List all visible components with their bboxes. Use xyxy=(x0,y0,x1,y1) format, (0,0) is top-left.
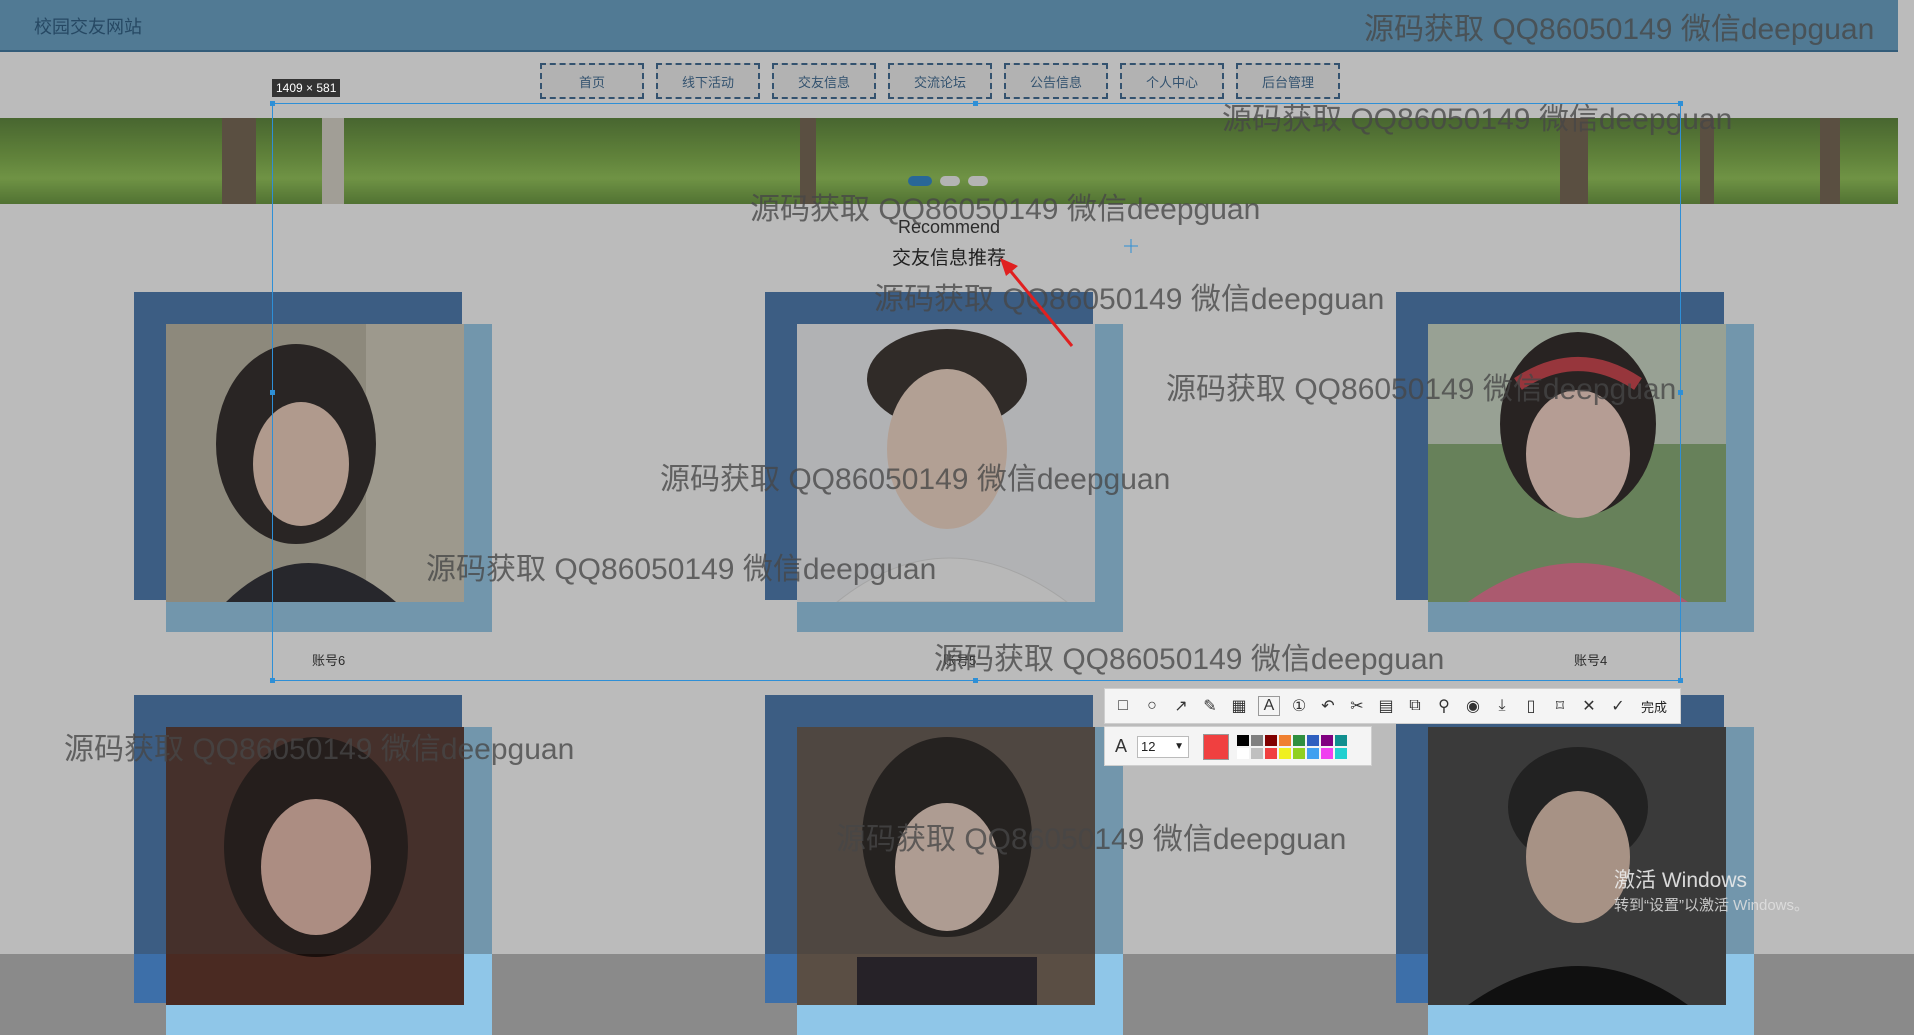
download-icon[interactable]: ⤓ xyxy=(1492,697,1512,715)
color-swatch[interactable] xyxy=(1237,748,1249,759)
color-swatch[interactable] xyxy=(1321,735,1333,746)
mosaic-icon[interactable]: ▦ xyxy=(1229,696,1249,716)
text-style-bar: A 12 ▼ xyxy=(1104,726,1372,766)
color-swatch[interactable] xyxy=(1335,748,1347,759)
scissors-icon[interactable]: ✂ xyxy=(1347,696,1367,716)
color-swatch[interactable] xyxy=(1293,748,1305,759)
color-swatch[interactable] xyxy=(1307,735,1319,746)
arrow-icon[interactable]: ↗ xyxy=(1171,696,1191,716)
save-icon[interactable]: ▯ xyxy=(1521,696,1541,716)
color-swatch[interactable] xyxy=(1265,735,1277,746)
color-swatch[interactable] xyxy=(1293,735,1305,746)
translate-icon[interactable]: ⧉ xyxy=(1405,697,1425,715)
capture-toolbar: □ ○ ↗ ✎ ▦ A ① ↶ ✂ ▤ ⧉ ⚲ ◉ ⤓ ▯ ⌑ ✕ ✓ 完成 xyxy=(1104,688,1681,724)
windows-activation-subtitle: 转到“设置”以激活 Windows。 xyxy=(1614,897,1810,914)
bookmark-icon[interactable]: ⌑ xyxy=(1550,696,1570,716)
current-color-swatch[interactable] xyxy=(1203,734,1229,760)
check-icon[interactable]: ✓ xyxy=(1608,696,1628,716)
windows-activation-title: 激活 Windows xyxy=(1614,869,1748,892)
ellipse-icon[interactable]: ○ xyxy=(1142,697,1162,715)
chevron-down-icon: ▼ xyxy=(1174,741,1184,752)
done-button[interactable]: 完成 xyxy=(1641,697,1667,716)
number-icon[interactable]: ① xyxy=(1289,696,1309,716)
close-icon[interactable]: ✕ xyxy=(1579,696,1599,716)
color-swatch[interactable] xyxy=(1279,748,1291,759)
text-icon[interactable]: A xyxy=(1258,696,1280,716)
color-swatch[interactable] xyxy=(1265,748,1277,759)
undo-icon[interactable]: ↶ xyxy=(1318,696,1338,716)
pencil-icon[interactable]: ✎ xyxy=(1200,696,1220,716)
pin-icon[interactable]: ⚲ xyxy=(1434,696,1454,716)
font-icon: A xyxy=(1115,736,1128,756)
annotation-arrow xyxy=(1000,258,1074,347)
record-icon[interactable]: ◉ xyxy=(1463,696,1483,716)
color-swatch[interactable] xyxy=(1279,735,1291,746)
color-swatch[interactable] xyxy=(1307,748,1319,759)
color-swatch[interactable] xyxy=(1335,735,1347,746)
color-swatch[interactable] xyxy=(1251,735,1263,746)
rectangle-icon[interactable]: □ xyxy=(1113,697,1133,715)
color-palette xyxy=(1237,735,1347,759)
color-swatch[interactable] xyxy=(1321,748,1333,759)
color-swatch[interactable] xyxy=(1237,735,1249,746)
crosshair-cursor-icon xyxy=(1124,239,1138,253)
ocr-icon[interactable]: ▤ xyxy=(1376,696,1396,716)
font-size-select[interactable]: 12 ▼ xyxy=(1137,736,1189,758)
color-swatch[interactable] xyxy=(1251,748,1263,759)
